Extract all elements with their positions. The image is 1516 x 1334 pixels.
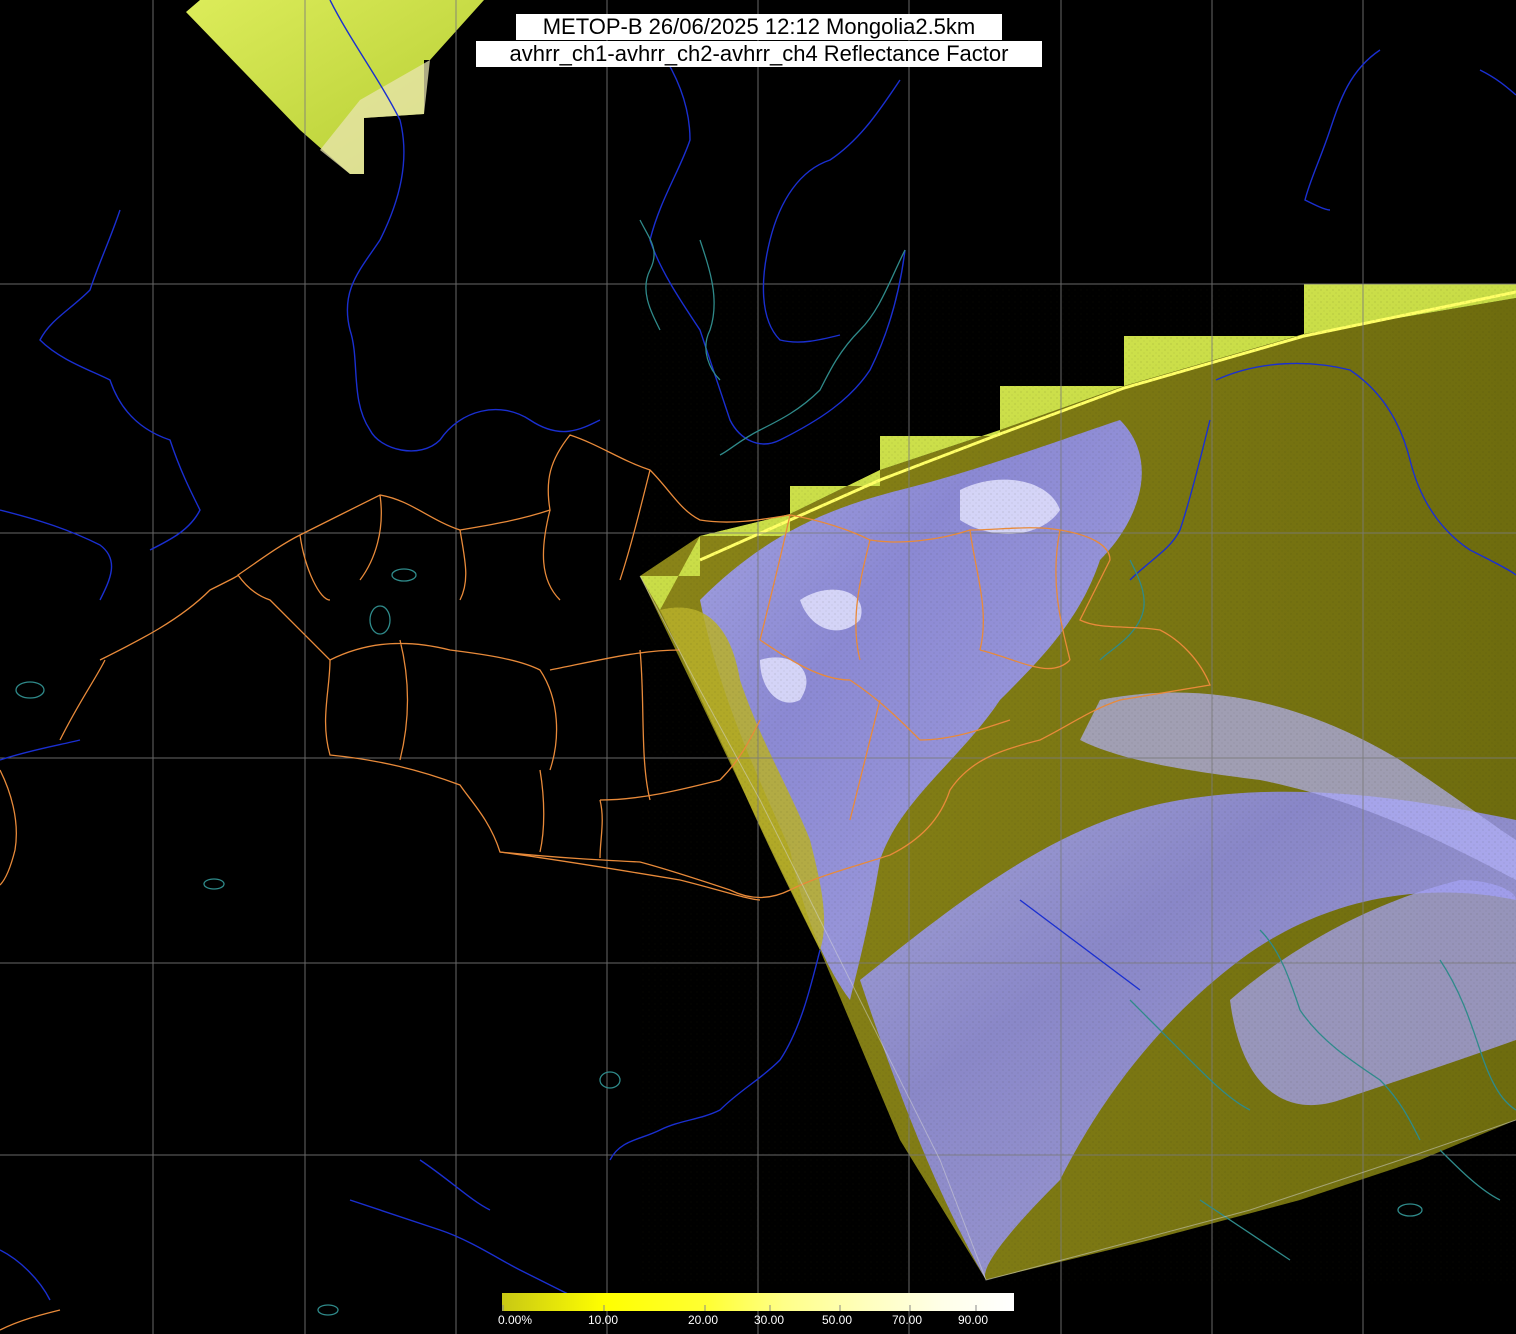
satellite-map <box>0 0 1516 1334</box>
colorbar <box>502 1293 1014 1311</box>
colorbar-label-5: 70.00 <box>892 1313 923 1327</box>
colorbar-gradient <box>502 1293 1014 1311</box>
map-title-line2: avhrr_ch1-avhrr_ch2-avhrr_ch4 Reflectanc… <box>476 41 1042 67</box>
colorbar-label-0: 0.00% <box>498 1313 533 1327</box>
colorbar-label-6: 90.00 <box>958 1313 989 1327</box>
colorbar-label-2: 20.00 <box>688 1313 719 1327</box>
swath-noise-texture <box>640 284 1516 1284</box>
colorbar-label-4: 50.00 <box>822 1313 853 1327</box>
colorbar-label-1: 10.00 <box>588 1313 619 1327</box>
colorbar-label-3: 30.00 <box>754 1313 785 1327</box>
map-title-line1: METOP-B 26/06/2025 12:12 Mongolia2.5km <box>516 14 1002 40</box>
